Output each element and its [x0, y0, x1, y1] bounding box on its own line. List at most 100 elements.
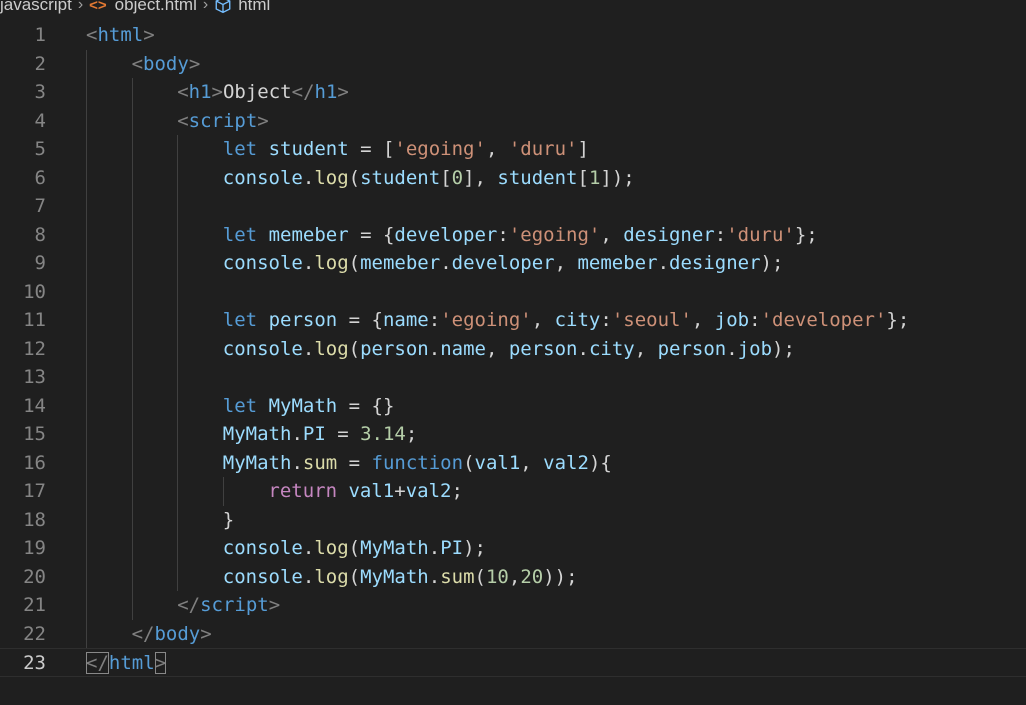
code-token: let — [222, 223, 258, 246]
code-token: memeber — [577, 252, 658, 274]
code-text: return val1+val2; — [268, 477, 463, 506]
code-token: : — [428, 309, 441, 331]
code-token: person — [657, 337, 727, 360]
code-token: city — [588, 337, 635, 360]
code-token: > — [188, 52, 201, 75]
code-line[interactable]: 2 <body> — [0, 50, 1026, 79]
code-token: , — [691, 309, 715, 331]
code-line[interactable]: 12 console.log(person.name, person.city, … — [0, 335, 1026, 364]
code-token: . — [657, 252, 670, 274]
code-line[interactable]: 8 let memeber = {developer:'egoing', desi… — [0, 221, 1026, 250]
code-token: > — [211, 81, 223, 103]
code-token: 'duru' — [508, 138, 578, 160]
code-line[interactable]: 15 MyMath.PI = 3.14; — [0, 420, 1026, 449]
code-token: script — [188, 109, 258, 132]
code-line[interactable]: 9 console.log(memeber.developer, memeber.… — [0, 249, 1026, 278]
code-text: </html> — [86, 649, 167, 678]
code-token: log — [314, 337, 349, 360]
code-token: > — [257, 109, 269, 132]
code-token: log — [314, 252, 349, 274]
code-line[interactable]: 5 let student = ['egoing', 'duru'] — [0, 135, 1026, 164]
code-line[interactable]: 13 — [0, 363, 1026, 392]
indent-guide — [131, 78, 133, 620]
code-line[interactable]: 19 console.log(MyMath.PI); — [0, 534, 1026, 563]
line-number: 7 — [34, 195, 46, 217]
code-token: body — [143, 52, 189, 75]
code-line[interactable]: 10 — [0, 278, 1026, 307]
code-token: console — [222, 166, 303, 189]
code-text: <body> — [132, 50, 201, 79]
code-text: <h1>Object</h1> — [177, 78, 349, 107]
code-text: let MyMath = {} — [223, 392, 395, 421]
code-token: body — [154, 622, 201, 645]
code-token: script — [200, 594, 269, 616]
line-number: 15 — [23, 423, 46, 445]
code-token: Object — [222, 81, 292, 103]
code-token: val1 — [474, 451, 521, 474]
code-line[interactable]: 22 </body> — [0, 620, 1026, 649]
code-token: < — [131, 52, 144, 75]
code-token: memeber — [360, 252, 441, 274]
code-line[interactable]: 23 </html> — [0, 648, 1026, 677]
indent-guide — [177, 135, 179, 591]
code-token: , — [485, 138, 509, 160]
code-token: designer — [623, 223, 715, 246]
code-token: , — [634, 337, 658, 360]
code-text: console.log(student[0], student[1]); — [223, 164, 635, 193]
line-number: 17 — [23, 480, 46, 502]
code-token: console — [222, 537, 303, 559]
code-line[interactable]: 1 <html> — [0, 21, 1026, 50]
code-token: 'egoing' — [508, 223, 601, 246]
code-line[interactable]: 4 <script> — [0, 107, 1026, 136]
code-token: ], — [463, 166, 498, 189]
code-token: PI — [302, 423, 326, 445]
code-token: job — [737, 337, 773, 360]
code-line[interactable]: 20 console.log(MyMath.sum(10,20)); — [0, 563, 1026, 592]
code-token: sum — [440, 565, 475, 588]
line-number: 1 — [34, 24, 46, 46]
code-token: ]); — [600, 166, 635, 189]
code-token: . — [302, 252, 315, 274]
code-line[interactable]: 7 — [0, 192, 1026, 221]
line-number: 20 — [23, 565, 46, 588]
code-line[interactable]: 11 let person = {name:'egoing', city:'seo… — [0, 306, 1026, 335]
cube-icon — [214, 0, 232, 14]
code-token: name — [440, 337, 486, 360]
code-token: . — [428, 537, 441, 559]
code-line[interactable]: 14 let MyMath = {} — [0, 392, 1026, 421]
code-line[interactable]: 18} — [0, 506, 1026, 535]
code-token: . — [302, 565, 315, 588]
breadcrumb-item-folder[interactable]: javascript — [0, 0, 72, 15]
line-number: 19 — [23, 537, 46, 559]
code-token: 'duru' — [726, 223, 795, 246]
code-token: ( — [348, 337, 361, 360]
code-token: city — [554, 309, 601, 331]
code-text: let memeber = {developer:'egoing', desig… — [223, 221, 818, 250]
breadcrumb-item-symbol[interactable]: html — [214, 0, 270, 15]
code-line[interactable]: 17 return val1+val2; — [0, 477, 1026, 506]
code-line[interactable]: 16 MyMath.sum = function(val1, val2){ — [0, 449, 1026, 478]
code-token: ; — [405, 423, 418, 445]
code-token: . — [302, 166, 315, 189]
code-token: . — [428, 565, 441, 588]
code-token: : — [497, 223, 509, 246]
breadcrumb-item-file[interactable]: <> object.html — [89, 0, 197, 15]
code-token: ( — [474, 565, 486, 588]
code-token: : — [714, 223, 727, 246]
code-token: memeber — [268, 223, 349, 246]
code-editor[interactable]: 1 <html> 2 <body> 3 <h1>Object</h1> 4 <script> 5… — [0, 21, 1026, 705]
code-line[interactable]: 3 <h1>Object</h1> — [0, 78, 1026, 107]
code-token: MyMath — [268, 394, 338, 417]
code-line[interactable]: 21 </script> — [0, 591, 1026, 620]
code-token: , — [520, 451, 544, 474]
code-token: MyMath — [360, 565, 429, 588]
code-text: MyMath.sum = function(val1, val2){ — [223, 449, 612, 478]
line-number: 3 — [34, 81, 46, 103]
code-token: 'seoul' — [611, 309, 692, 331]
line-number: 13 — [23, 366, 46, 388]
code-token: </ — [291, 81, 315, 103]
code-line[interactable]: 6 console.log(student[0], student[1]); — [0, 164, 1026, 193]
code-token: < — [86, 24, 98, 46]
code-token: let — [222, 394, 258, 417]
code-token: . — [291, 451, 303, 474]
